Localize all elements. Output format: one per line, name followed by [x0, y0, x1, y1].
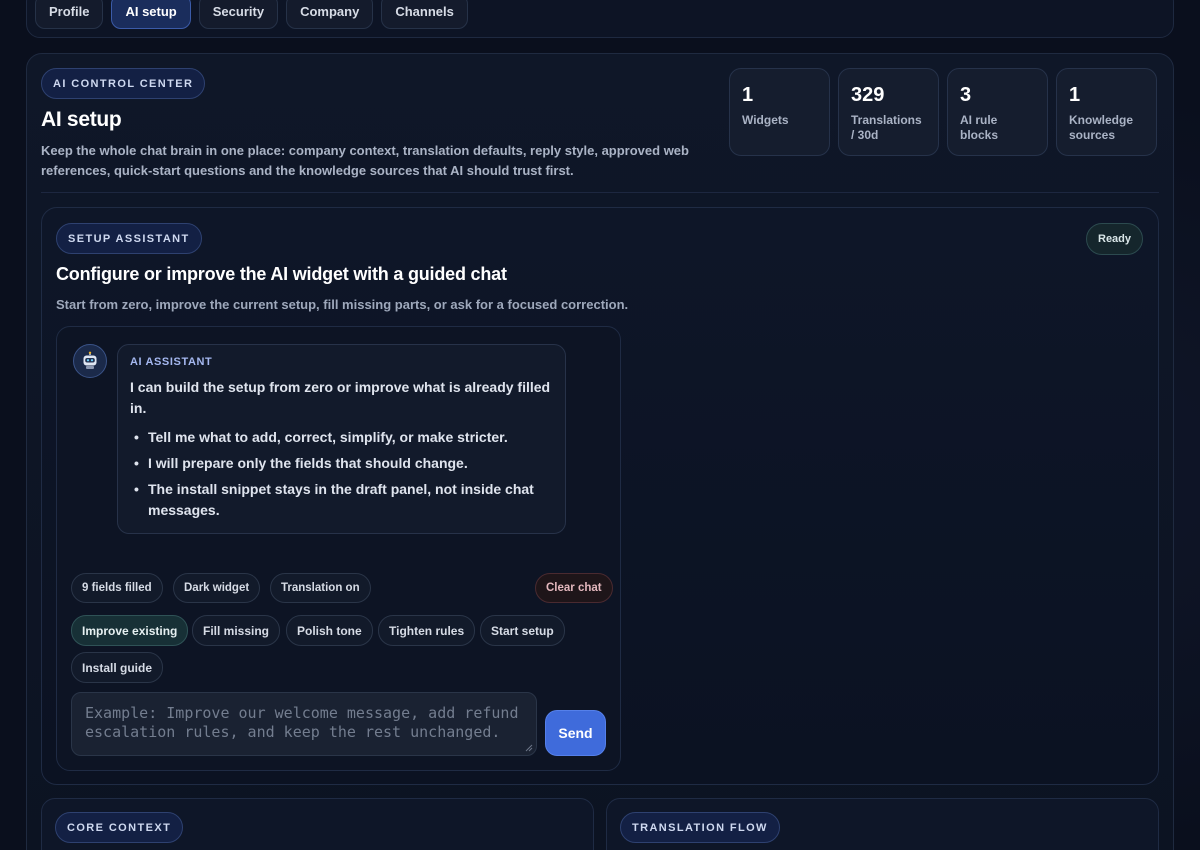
divider [41, 192, 1159, 193]
stat-translations: 329 Translations / 30d [838, 68, 939, 156]
core-context-kicker: CORE CONTEXT [55, 812, 184, 843]
stats-row: 1 Widgets 329 Translations / 30d 3 AI ru… [729, 68, 1157, 156]
stat-value: 3 [960, 84, 972, 106]
send-button[interactable]: Send [545, 710, 606, 756]
action-install-guide[interactable]: Install guide [71, 652, 164, 683]
action-start-setup[interactable]: Start setup [480, 615, 565, 646]
action-improve-existing[interactable]: Improve existing [71, 615, 189, 646]
tab-profile[interactable]: Profile [35, 0, 104, 29]
message-text: I can build the setup from zero or impro… [130, 379, 551, 416]
message-sender: AI ASSISTANT [130, 356, 213, 368]
status-badge: Ready [1086, 223, 1144, 255]
stat-value: 1 [1069, 84, 1081, 106]
status-chip-theme: Dark widget [173, 573, 261, 603]
tab-channels[interactable]: Channels [381, 0, 468, 29]
action-fill-missing[interactable]: Fill missing [192, 615, 281, 646]
page-title: AI setup [41, 108, 122, 131]
resize-handle-icon[interactable] [525, 744, 533, 752]
tab-company[interactable]: Company [286, 0, 374, 29]
list-item: Tell me what to add, correct, simplify, … [130, 427, 553, 448]
tab-security[interactable]: Security [198, 0, 279, 29]
stat-rule-blocks: 3 AI rule blocks [947, 68, 1048, 156]
setup-assistant-kicker: SETUP ASSISTANT [56, 223, 202, 254]
status-chip-fields: 9 fields filled [71, 573, 163, 603]
robot-icon [73, 344, 107, 378]
chat-input-placeholder: Example: Improve our welcome message, ad… [85, 704, 519, 741]
chat-input[interactable]: Example: Improve our welcome message, ad… [71, 692, 537, 756]
stat-value: 1 [742, 84, 754, 106]
stat-label: Translations / 30d [851, 113, 922, 142]
stat-label: Knowledge sources [1069, 113, 1134, 142]
status-chip-translation: Translation on [270, 573, 371, 603]
tab-ai-setup[interactable]: AI setup [111, 0, 191, 29]
tab-row: Profile AI setup Security Company Channe… [35, 0, 468, 29]
stat-label: AI rule blocks [960, 113, 999, 142]
list-item: The install snippet stays in the draft p… [130, 479, 553, 521]
setup-assistant-description: Start from zero, improve the current set… [56, 297, 629, 312]
stat-widgets: 1 Widgets [729, 68, 830, 156]
assistant-message: AI ASSISTANT I can build the setup from … [117, 344, 566, 534]
action-tighten-rules[interactable]: Tighten rules [378, 615, 476, 646]
clear-chat-button[interactable]: Clear chat [535, 573, 613, 603]
message-bullets: Tell me what to add, correct, simplify, … [130, 427, 553, 521]
translation-flow-kicker: TRANSLATION FLOW [620, 812, 780, 843]
page-description: Keep the whole chat brain in one place: … [41, 143, 689, 178]
setup-assistant-title: Configure or improve the AI widget with … [56, 264, 507, 284]
list-item: I will prepare only the fields that shou… [130, 453, 553, 474]
stat-value: 329 [851, 84, 885, 106]
section-kicker: AI CONTROL CENTER [41, 68, 206, 99]
action-polish-tone[interactable]: Polish tone [286, 615, 373, 646]
stat-knowledge-sources: 1 Knowledge sources [1056, 68, 1157, 156]
stat-label: Widgets [742, 113, 789, 127]
